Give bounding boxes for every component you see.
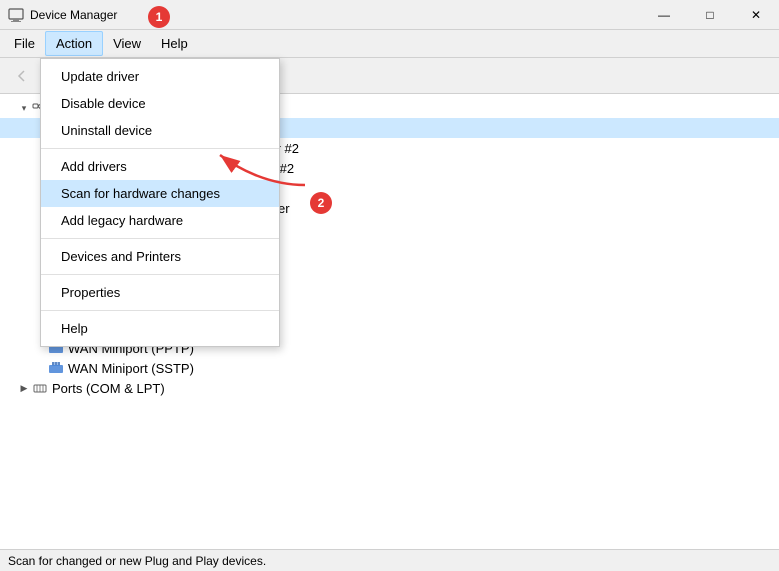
status-text: Scan for changed or new Plug and Play de… [8,554,266,568]
dropdown-add-drivers[interactable]: Add drivers [41,153,279,180]
menu-action[interactable]: Action [45,31,103,56]
ports-icon [32,380,48,396]
menu-view[interactable]: View [103,32,151,55]
separator-1 [41,148,279,149]
menu-file[interactable]: File [4,32,45,55]
list-item[interactable]: ▶ Ports (COM & LPT) [0,378,779,398]
dropdown-add-legacy[interactable]: Add legacy hardware [41,207,279,234]
separator-3 [41,274,279,275]
tree-item-label: Ports (COM & LPT) [52,381,165,396]
dropdown-update-driver[interactable]: Update driver [41,63,279,90]
list-item[interactable]: WAN Miniport (SSTP) [0,358,779,378]
annotation-badge-2: 2 [310,192,332,214]
annotation-badge-1: 1 [148,6,170,28]
title-bar: Device Manager — □ ✕ [0,0,779,30]
tree-item-label: WAN Miniport (SSTP) [68,361,194,376]
separator-4 [41,310,279,311]
action-dropdown-menu: Update driver Disable device Uninstall d… [40,58,280,347]
window-controls: — □ ✕ [641,0,779,30]
dropdown-disable-device[interactable]: Disable device [41,90,279,117]
close-button[interactable]: ✕ [733,0,779,30]
toolbar-back[interactable] [8,62,36,90]
maximize-button[interactable]: □ [687,0,733,30]
menu-bar: File Action View Help [0,30,779,58]
dropdown-help[interactable]: Help [41,315,279,342]
status-bar: Scan for changed or new Plug and Play de… [0,549,779,571]
dropdown-scan-hardware[interactable]: Scan for hardware changes [41,180,279,207]
dropdown-devices-printers[interactable]: Devices and Printers [41,243,279,270]
app-icon [8,7,24,23]
separator-2 [41,238,279,239]
minimize-button[interactable]: — [641,0,687,30]
expand-icon: ▾ [16,100,32,116]
network-adapter-icon [48,360,64,376]
window-title: Device Manager [30,8,117,22]
menu-help[interactable]: Help [151,32,198,55]
dropdown-uninstall-device[interactable]: Uninstall device [41,117,279,144]
dropdown-properties[interactable]: Properties [41,279,279,306]
expand-icon: ▶ [16,380,32,396]
back-icon [15,69,29,83]
